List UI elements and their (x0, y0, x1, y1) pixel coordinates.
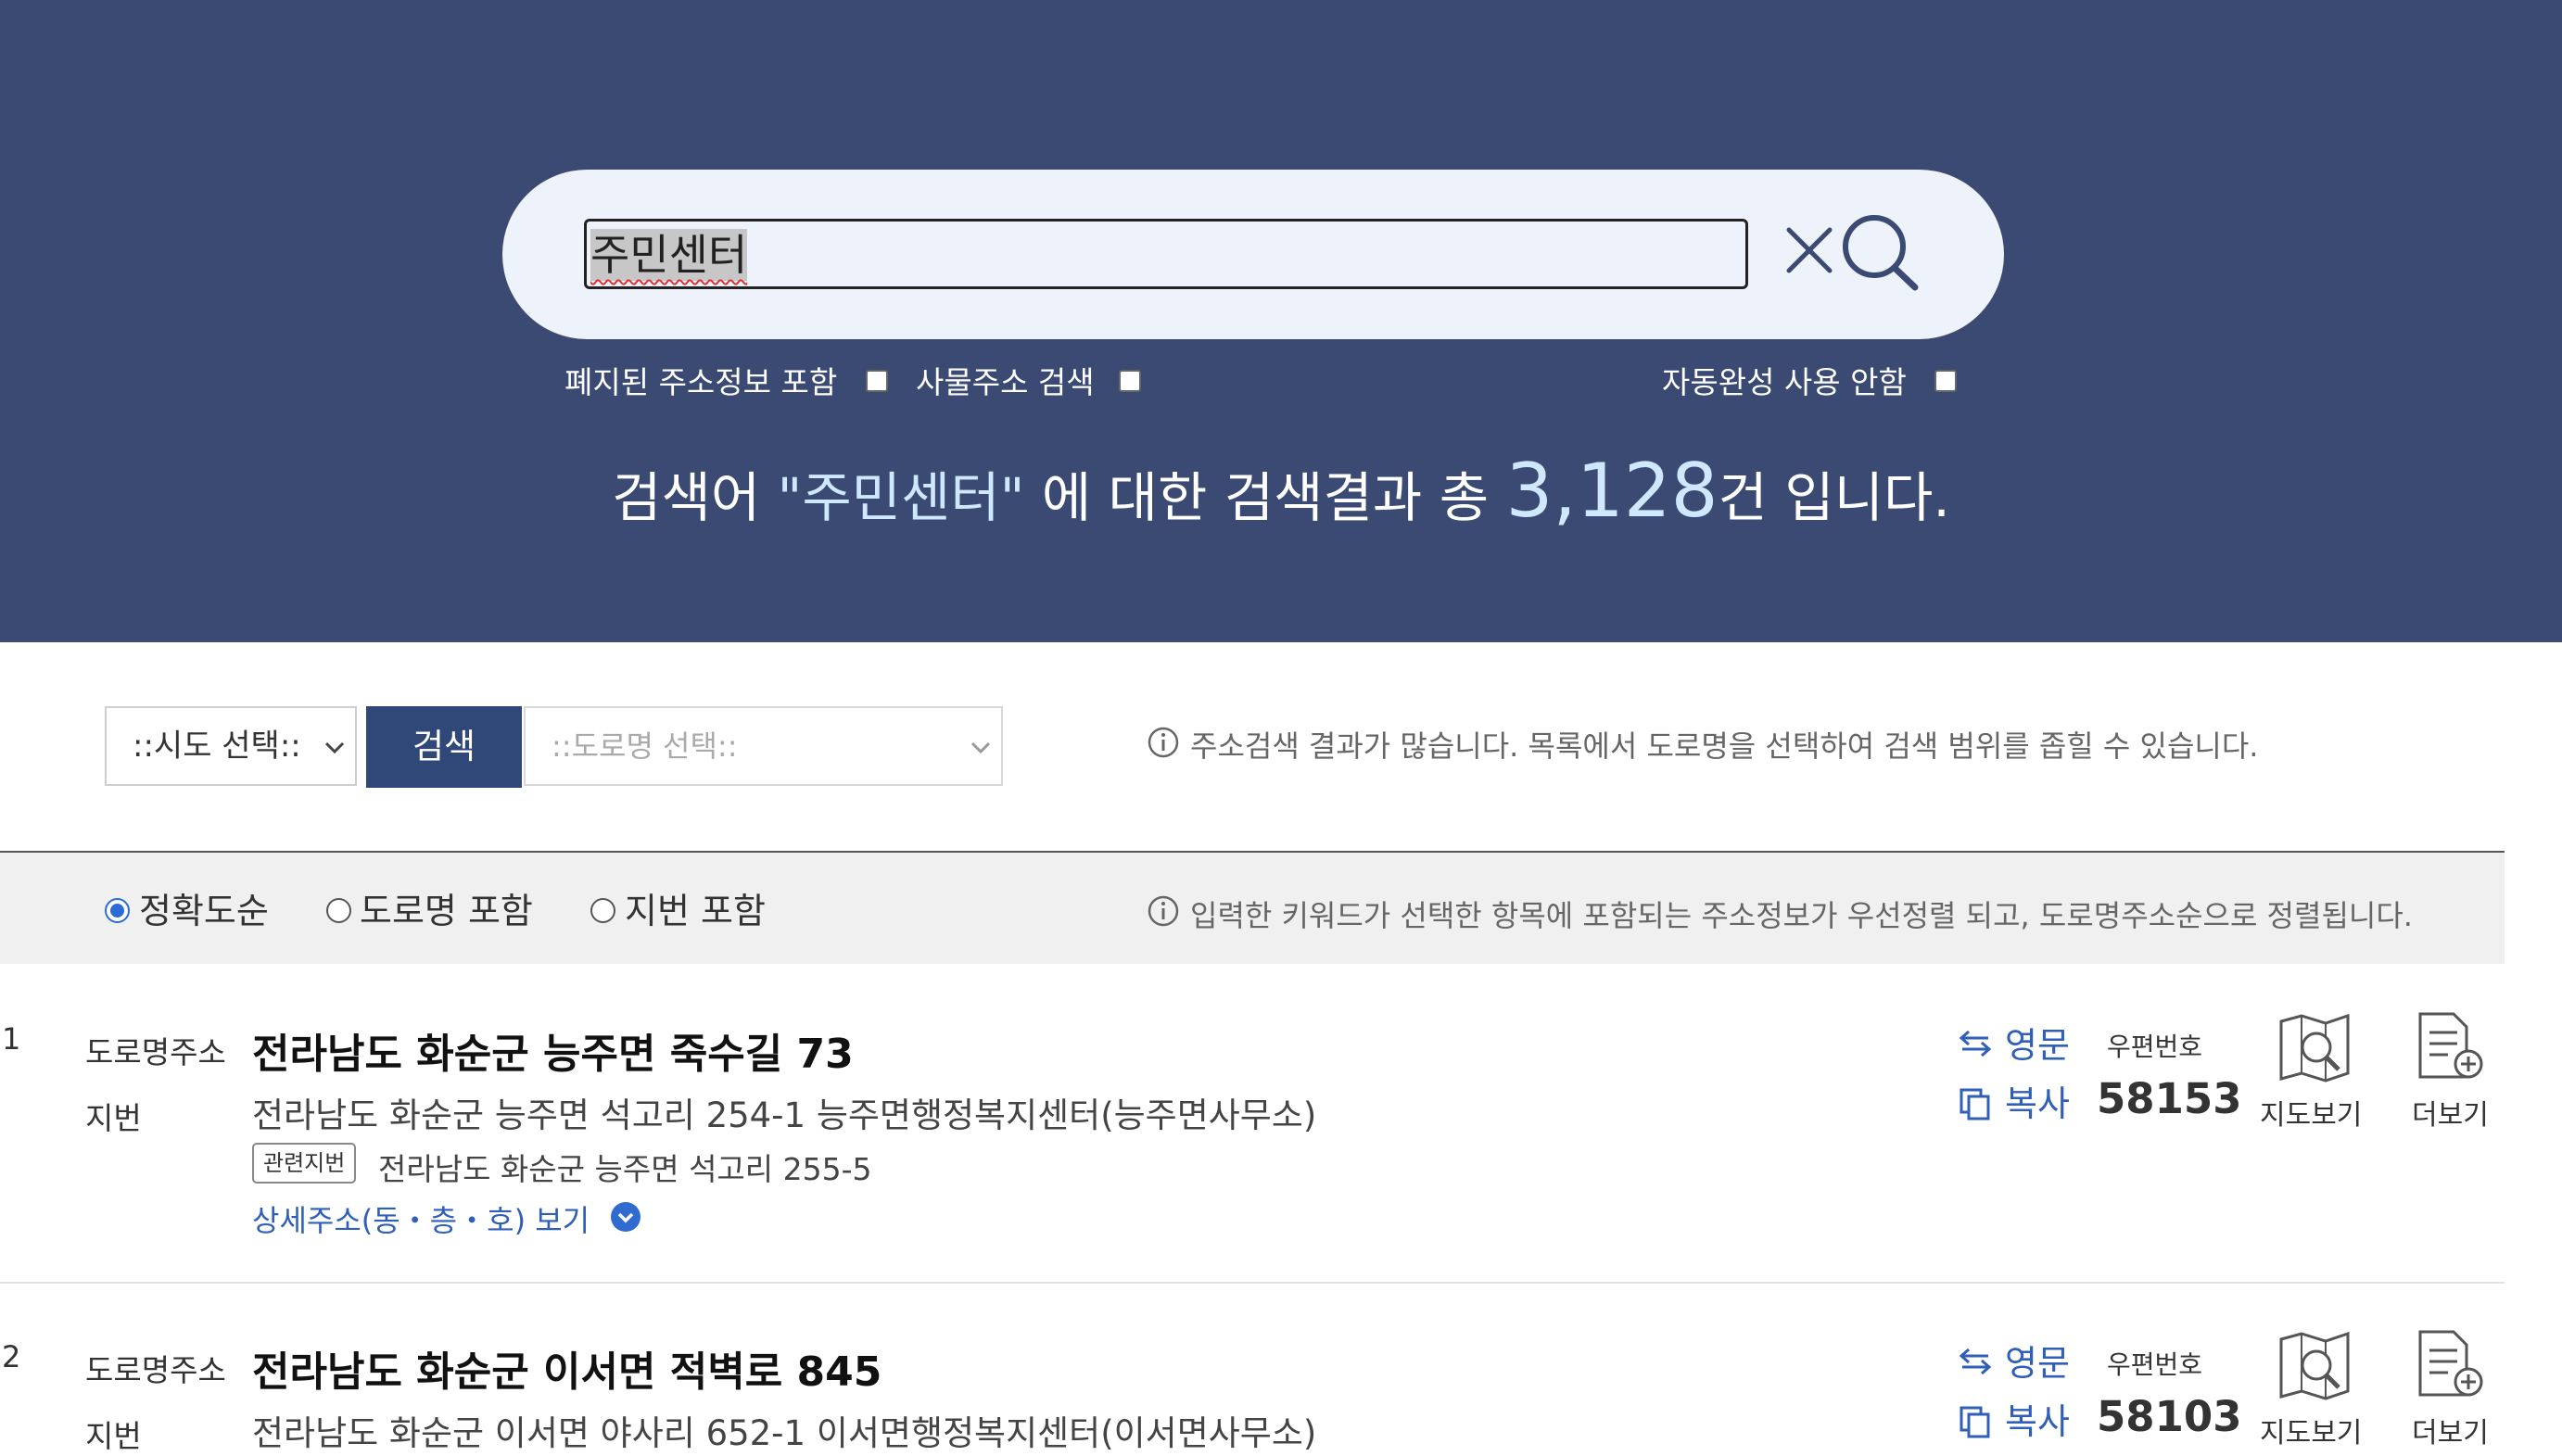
no-autocomplete-checkbox[interactable] (1934, 370, 1957, 392)
zip-code: 58103 (2097, 1392, 2242, 1441)
include-abolished-checkbox[interactable] (866, 370, 888, 392)
swap-icon[interactable] (1958, 1344, 1993, 1379)
copy-icon[interactable] (1958, 1086, 1993, 1121)
copy-button[interactable]: 복사 (2005, 1393, 2070, 1444)
include-abolished-label: 폐지된 주소정보 포함 (564, 364, 838, 400)
chevron-down-icon (324, 741, 345, 754)
summary-suffix: 건 입니다. (1718, 466, 1950, 529)
chevron-down-circle-icon[interactable] (610, 1201, 641, 1233)
result-number: 1 (2, 1021, 21, 1057)
sido-select[interactable]: ::시도 선택:: (105, 706, 357, 786)
more-view-button[interactable]: 더보기 (2412, 1410, 2489, 1450)
sort-radio-road[interactable] (326, 898, 351, 923)
sido-select-value: ::시도 선택:: (133, 728, 301, 765)
close-icon[interactable] (1780, 221, 1839, 280)
copy-icon[interactable] (1958, 1404, 1993, 1439)
zip-code: 58153 (2097, 1074, 2242, 1123)
jibun-label: 지번 (85, 1418, 142, 1454)
info-icon (1148, 895, 1179, 927)
english-button[interactable]: 영문 (2005, 1335, 2070, 1386)
filter-hint: 주소검색 결과가 많습니다. 목록에서 도로명을 선택하여 검색 범위를 좁힐 … (1190, 728, 2259, 764)
detail-address-link[interactable]: 상세주소(동・층・호) 보기 (252, 1197, 590, 1240)
sort-label-accuracy[interactable]: 정확도순 (139, 882, 269, 933)
more-view-button[interactable]: 더보기 (2412, 1092, 2489, 1133)
related-jibun-badge: 관련지번 (252, 1143, 357, 1184)
jibun-address: 전라남도 화순군 능주면 석고리 254-1 능주면행정복지센터(능주면사무소) (252, 1095, 1317, 1135)
english-button[interactable]: 영문 (2005, 1017, 2070, 1068)
document-add-icon[interactable] (2413, 1328, 2489, 1400)
copy-button[interactable]: 복사 (2005, 1075, 2070, 1126)
chevron-down-icon (970, 741, 991, 754)
search-input[interactable]: 주민센터 (584, 219, 1748, 289)
road-address-label: 도로명주소 (85, 1034, 226, 1070)
search-input-value[interactable]: 주민센터 (590, 229, 748, 281)
result-number: 2 (2, 1339, 21, 1374)
summary-keyword: "주민센터" (777, 466, 1025, 529)
result-summary: 검색어 "주민센터" 에 대한 검색결과 총 3,128건 입니다. (0, 448, 2562, 534)
road-select-value: ::도로명 선택:: (552, 728, 738, 764)
thing-address-checkbox[interactable] (1119, 370, 1141, 392)
search-bar: 주민센터 (502, 170, 2004, 339)
zip-label: 우편번호 (2107, 1032, 2203, 1062)
result-divider (0, 1282, 2505, 1284)
swap-icon[interactable] (1958, 1026, 1993, 1061)
map-view-button[interactable]: 지도보기 (2260, 1092, 2362, 1133)
map-search-icon[interactable] (2277, 1330, 2353, 1402)
sort-label-jibun[interactable]: 지번 포함 (625, 882, 766, 933)
road-address: 전라남도 화순군 이서면 적벽로 845 (252, 1348, 882, 1396)
road-select[interactable]: ::도로명 선택:: (524, 706, 1003, 786)
road-address: 전라남도 화순군 능주면 죽수길 73 (252, 1031, 854, 1078)
sort-hint: 입력한 키워드가 선택한 항목에 포함되는 주소정보가 우선정렬 되고, 도로명… (1190, 898, 2413, 933)
map-search-icon[interactable] (2277, 1012, 2353, 1084)
search-header: 주민센터 폐지된 주소정보 포함 사물주소 검색 자동완성 사용 안함 검색어 … (0, 0, 2562, 642)
search-icon[interactable] (1837, 211, 1922, 295)
summary-count: 3,128 (1505, 448, 1719, 534)
zip-label: 우편번호 (2107, 1349, 2203, 1380)
summary-prefix: 검색어 (612, 466, 778, 529)
document-add-icon[interactable] (2413, 1010, 2489, 1083)
info-icon (1148, 727, 1179, 758)
no-autocomplete-label: 자동완성 사용 안함 (1662, 364, 1907, 400)
jibun-address: 전라남도 화순군 이서면 야사리 652-1 이서면행정복지센터(이서면사무소) (252, 1413, 1317, 1453)
road-address-label: 도로명주소 (85, 1352, 226, 1388)
summary-middle: 에 대한 검색결과 총 (1024, 466, 1506, 529)
sort-radio-accuracy[interactable] (105, 898, 130, 923)
sort-radio-jibun[interactable] (590, 898, 615, 923)
filter-search-button[interactable]: 검색 (366, 706, 522, 788)
thing-address-label: 사물주소 검색 (916, 364, 1095, 400)
jibun-label: 지번 (85, 1100, 142, 1136)
related-jibun-address: 전라남도 화순군 능주면 석고리 255-5 (378, 1151, 872, 1187)
sort-label-road[interactable]: 도로명 포함 (360, 882, 533, 933)
map-view-button[interactable]: 지도보기 (2260, 1410, 2362, 1450)
